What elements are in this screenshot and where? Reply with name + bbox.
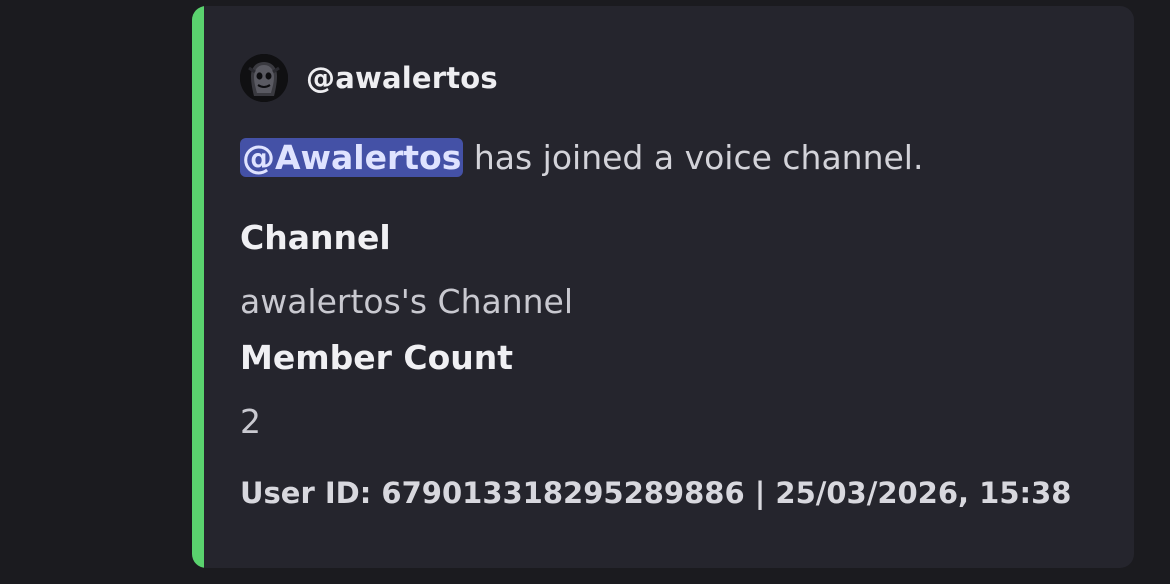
user-mention[interactable]: @Awalertos (240, 138, 464, 177)
description-text: has joined a voice channel. (463, 138, 924, 177)
embed-author: @awalertos (240, 54, 498, 102)
field-member-count-name: Member Count (240, 338, 514, 377)
author-name[interactable]: @awalertos (306, 61, 498, 95)
author-avatar[interactable] (240, 54, 288, 102)
field-member-count-value: 2 (240, 402, 261, 441)
field-channel-value: awalertos's Channel (240, 282, 574, 321)
embed-description: @Awalertos has joined a voice channel. (240, 134, 923, 182)
ghost-avatar-icon (240, 54, 288, 102)
embed-accent-bar (192, 6, 204, 568)
voice-join-embed: @awalertos @Awalertos has joined a voice… (192, 6, 1134, 568)
embed-footer: User ID: 679013318295289886 | 25/03/2026… (240, 476, 1072, 510)
field-channel-name: Channel (240, 218, 391, 257)
